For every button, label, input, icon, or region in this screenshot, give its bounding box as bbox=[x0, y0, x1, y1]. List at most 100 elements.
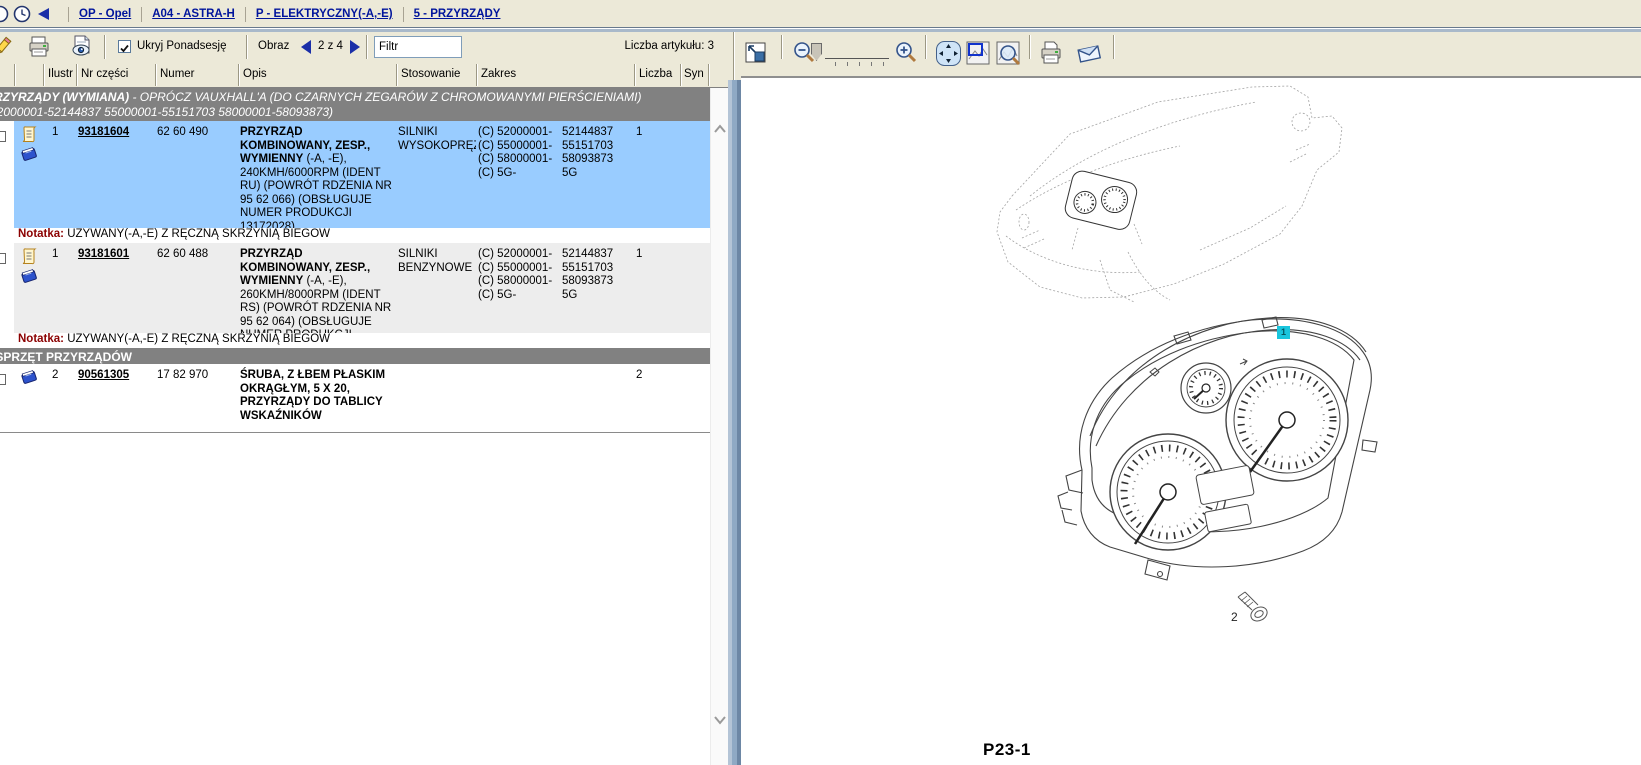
row-description: ŚRUBA, Z ŁBEM PŁASKIM OKRĄGŁYM, 5 X 20, … bbox=[238, 364, 396, 432]
row-numer: 17 82 970 bbox=[155, 364, 238, 432]
divider bbox=[104, 35, 106, 59]
row-ilustr: 1 bbox=[44, 121, 76, 228]
breadcrumb-link-group[interactable]: P - ELEKTRYCZNY(-A,-E) bbox=[256, 8, 393, 20]
vertical-scrollbar[interactable] bbox=[710, 88, 728, 765]
divider bbox=[366, 35, 368, 59]
row-quantity: 1 bbox=[634, 121, 680, 228]
table-row[interactable]: 2 90561305 17 82 970 ŚRUBA, Z ŁBEM PŁASK… bbox=[0, 364, 710, 433]
catalog-book-icon[interactable] bbox=[20, 268, 38, 284]
column-header-opis[interactable]: Opis bbox=[243, 68, 267, 80]
pan-icon[interactable] bbox=[935, 40, 962, 67]
pencil-icon[interactable] bbox=[0, 35, 14, 59]
column-header-stosowanie[interactable]: Stosowanie bbox=[401, 68, 460, 80]
row-checkbox[interactable] bbox=[0, 364, 14, 432]
chevron-up-icon[interactable] bbox=[713, 124, 727, 134]
divider bbox=[708, 64, 710, 86]
divider bbox=[728, 80, 741, 765]
image-label: Obraz bbox=[258, 40, 289, 52]
divider bbox=[245, 7, 246, 22]
print-icon[interactable] bbox=[28, 35, 50, 59]
group-header: PRZYRZĄDY (WYMIANA) - OPRÓCZ VAUXHALL'A … bbox=[0, 88, 710, 121]
hide-supersession-checkbox[interactable] bbox=[118, 40, 131, 53]
column-header-ilustr[interactable]: Ilustr bbox=[48, 68, 73, 80]
illustration-toolbar bbox=[741, 32, 1641, 78]
divider bbox=[141, 7, 142, 22]
row-range-to bbox=[560, 364, 634, 432]
divider bbox=[68, 7, 69, 22]
column-header-syn[interactable]: Syn bbox=[684, 68, 704, 80]
part-number-link[interactable]: 90561305 bbox=[78, 369, 129, 381]
parts-list-panel: Ukryj Ponadsesję Obraz 2 z 4 Liczba arty… bbox=[0, 32, 728, 765]
slider-tick bbox=[871, 62, 872, 66]
illustration-canvas: 1 2 P23-1 bbox=[741, 80, 1641, 765]
divider bbox=[246, 35, 248, 59]
divider bbox=[733, 32, 735, 80]
column-header-nr-czesci[interactable]: Nr części bbox=[81, 68, 128, 80]
row-syn bbox=[680, 121, 710, 228]
divider bbox=[634, 64, 636, 86]
breadcrumb-link-subgroup[interactable]: 5 - PRZYRZĄDY bbox=[414, 8, 501, 20]
table-row[interactable]: 1 93181604 62 60 490 PRZYRZĄD KOMBINOWAN… bbox=[0, 121, 710, 228]
row-numer: 62 60 490 bbox=[155, 121, 238, 228]
parts-table: PRZYRZĄDY (WYMIANA) - OPRÓCZ VAUXHALL'A … bbox=[0, 88, 710, 433]
zoom-in-icon[interactable] bbox=[893, 40, 919, 66]
slider-tick bbox=[883, 62, 884, 66]
row-checkbox[interactable] bbox=[0, 121, 14, 228]
history-icon[interactable] bbox=[0, 5, 9, 23]
divider bbox=[14, 64, 16, 86]
column-header-liczba[interactable]: Liczba bbox=[639, 68, 672, 80]
fit-page-icon[interactable] bbox=[743, 40, 769, 66]
zoom-slider-track[interactable] bbox=[825, 58, 889, 59]
divider bbox=[925, 35, 927, 59]
slider-tick bbox=[859, 62, 860, 66]
table-header: Ilustr Nr części Numer Opis Stosowanie Z… bbox=[0, 62, 728, 88]
part-number-link[interactable]: 93181601 bbox=[78, 248, 129, 260]
clock-icon[interactable] bbox=[13, 5, 31, 23]
divider bbox=[396, 64, 398, 86]
chevron-down-icon[interactable] bbox=[713, 715, 727, 725]
breadcrumb-link-model[interactable]: A04 - ASTRA-H bbox=[152, 8, 235, 20]
divider bbox=[781, 35, 783, 59]
zoom-region-icon[interactable] bbox=[965, 40, 992, 67]
catalog-book-icon[interactable] bbox=[20, 369, 38, 385]
row-checkbox[interactable] bbox=[0, 243, 14, 333]
send-page-icon[interactable] bbox=[1075, 40, 1103, 66]
divider bbox=[476, 64, 478, 86]
group-header: OSPRZĘT PRZYRZĄDÓW bbox=[0, 348, 710, 364]
note-text: UŻYWANY(-A,-E) Z RĘCZNĄ SKRZYNIĄ BIEGÓW bbox=[64, 228, 330, 240]
catalog-book-icon[interactable] bbox=[20, 146, 38, 162]
previous-image-icon[interactable] bbox=[301, 40, 311, 54]
row-description: PRZYRZĄD KOMBINOWANY, ZESP., WYMIENNY (-… bbox=[238, 121, 396, 228]
group-title: OSPRZĘT PRZYRZĄDÓW bbox=[0, 350, 132, 364]
column-header-zakres[interactable]: Zakres bbox=[481, 68, 516, 80]
hide-supersession-label: Ukryj Ponadsesję bbox=[137, 40, 226, 52]
back-icon[interactable] bbox=[38, 8, 49, 20]
epc-application-window: OP - Opel A04 - ASTRA-H P - ELEKTRYCZNY(… bbox=[0, 0, 1641, 765]
document-icon[interactable] bbox=[21, 126, 37, 143]
document-icon[interactable] bbox=[21, 248, 37, 265]
breadcrumb-link-make[interactable]: OP - Opel bbox=[79, 8, 131, 20]
breadcrumb: OP - Opel A04 - ASTRA-H P - ELEKTRYCZNY(… bbox=[58, 0, 500, 28]
row-usage bbox=[396, 364, 476, 432]
print-preview-icon[interactable] bbox=[70, 35, 94, 59]
magnifier-page-icon[interactable] bbox=[995, 40, 1023, 67]
note-row: Notatka: UŻYWANY(-A,-E) Z RĘCZNĄ SKRZYNI… bbox=[0, 333, 710, 348]
parts-toolbar: Ukryj Ponadsesję Obraz 2 z 4 Liczba arty… bbox=[0, 32, 728, 62]
row-description: PRZYRZĄD KOMBINOWANY, ZESP., WYMIENNY (-… bbox=[238, 243, 396, 333]
row-range-from: (C) 52000001- (C) 55000001- (C) 58000001… bbox=[476, 121, 560, 228]
table-row[interactable]: 1 93181601 62 60 488 PRZYRZĄD KOMBINOWAN… bbox=[0, 243, 710, 333]
divider bbox=[76, 64, 78, 86]
row-range-to: 52144837 55151703 58093873 5G bbox=[560, 121, 634, 228]
print-icon[interactable] bbox=[1039, 40, 1063, 66]
part-callout-1[interactable]: 1 bbox=[1277, 326, 1290, 339]
note-label: Notatka: bbox=[18, 333, 64, 345]
note-text: UŻYWANY(-A,-E) Z RĘCZNĄ SKRZYNIĄ BIEGÓW bbox=[64, 333, 330, 345]
column-header-numer[interactable]: Numer bbox=[160, 68, 195, 80]
panel-splitter[interactable] bbox=[728, 32, 741, 765]
part-number-link[interactable]: 93181604 bbox=[78, 126, 129, 138]
next-image-icon[interactable] bbox=[350, 40, 360, 54]
filter-input[interactable] bbox=[374, 36, 462, 58]
note-label: Notatka: bbox=[18, 228, 64, 240]
row-ilustr: 2 bbox=[44, 364, 76, 432]
divider bbox=[238, 64, 240, 86]
